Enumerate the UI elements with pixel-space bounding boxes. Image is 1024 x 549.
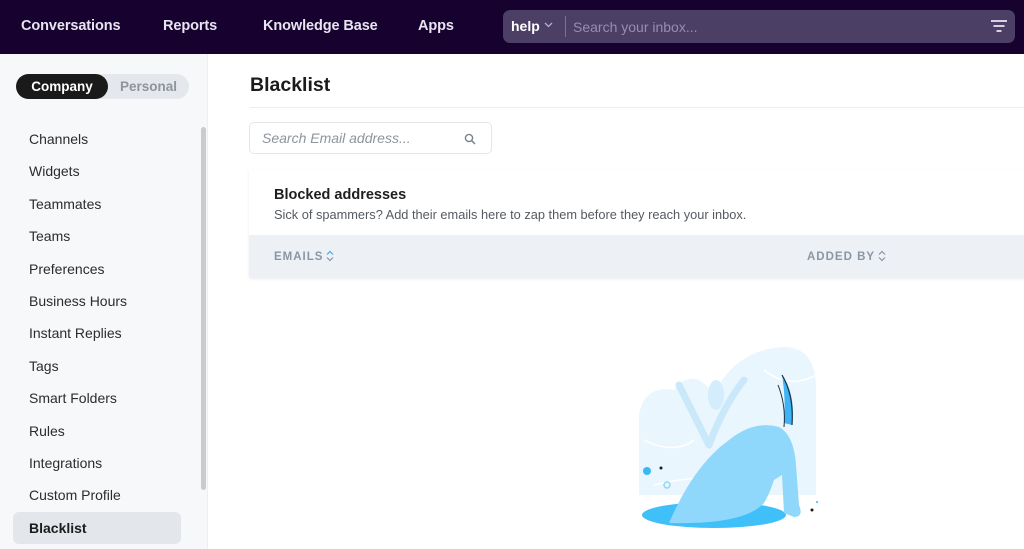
filter-icon[interactable] [991, 20, 1007, 32]
column-header-emails[interactable]: EMAILS [274, 250, 334, 265]
top-navigation-bar: Conversations Reports Knowledge Base App… [0, 0, 1024, 54]
sort-icon[interactable] [878, 250, 886, 265]
sidebar-item-instant-replies[interactable]: Instant Replies [13, 317, 181, 349]
sidebar-item-preferences[interactable]: Preferences [13, 253, 181, 285]
card-title: Blocked addresses [274, 187, 407, 203]
inbox-search-input[interactable] [573, 10, 973, 43]
column-header-added-by[interactable]: ADDED BY [807, 250, 886, 265]
toggle-company[interactable]: Company [16, 74, 108, 99]
nav-reports[interactable]: Reports [163, 18, 217, 34]
chevron-down-icon[interactable] [544, 18, 553, 35]
sidebar-item-teams[interactable]: Teams [13, 220, 181, 252]
column-label: EMAILS [274, 251, 324, 263]
settings-sidebar: Company Personal Channels Widgets Teamma… [0, 54, 208, 549]
email-search-box [249, 122, 492, 154]
title-divider [250, 107, 1024, 108]
page-title: Blacklist [250, 74, 331, 96]
sidebar-item-custom-profile[interactable]: Custom Profile [13, 479, 181, 511]
search-divider [565, 16, 566, 37]
sidebar-item-tags[interactable]: Tags [13, 350, 181, 382]
sidebar-item-integrations[interactable]: Integrations [13, 447, 181, 479]
column-label: ADDED BY [807, 251, 876, 263]
company-personal-toggle: Company Personal [16, 74, 189, 99]
sidebar-item-blacklist[interactable]: Blacklist [13, 512, 181, 544]
toggle-personal[interactable]: Personal [108, 74, 189, 99]
sidebar-item-rules[interactable]: Rules [13, 415, 181, 447]
inbox-search-bar: help [503, 10, 1015, 43]
card-subtitle: Sick of spammers? Add their emails here … [274, 207, 747, 222]
sidebar-scrollbar-thumb[interactable] [201, 127, 206, 490]
main-content: Blacklist Blocked addresses Sick of spam… [209, 54, 1024, 549]
nav-knowledge-base[interactable]: Knowledge Base [263, 18, 378, 34]
blocked-addresses-card: Blocked addresses Sick of spammers? Add … [249, 170, 1024, 278]
search-scope-selector[interactable]: help [511, 18, 540, 34]
sidebar-item-channels[interactable]: Channels [13, 123, 181, 155]
nav-apps[interactable]: Apps [418, 18, 454, 34]
sidebar-item-business-hours[interactable]: Business Hours [13, 285, 181, 317]
email-search-input[interactable] [262, 123, 462, 153]
nav-conversations[interactable]: Conversations [21, 18, 121, 34]
sidebar-item-smart-folders[interactable]: Smart Folders [13, 382, 181, 414]
rabbit-in-hole-illustration [634, 345, 824, 530]
sidebar-item-teammates[interactable]: Teammates [13, 188, 181, 220]
search-icon[interactable] [464, 132, 476, 145]
table-header: EMAILS ADDED BY [249, 235, 1024, 278]
sort-icon[interactable] [326, 250, 334, 265]
sidebar-item-widgets[interactable]: Widgets [13, 155, 181, 187]
